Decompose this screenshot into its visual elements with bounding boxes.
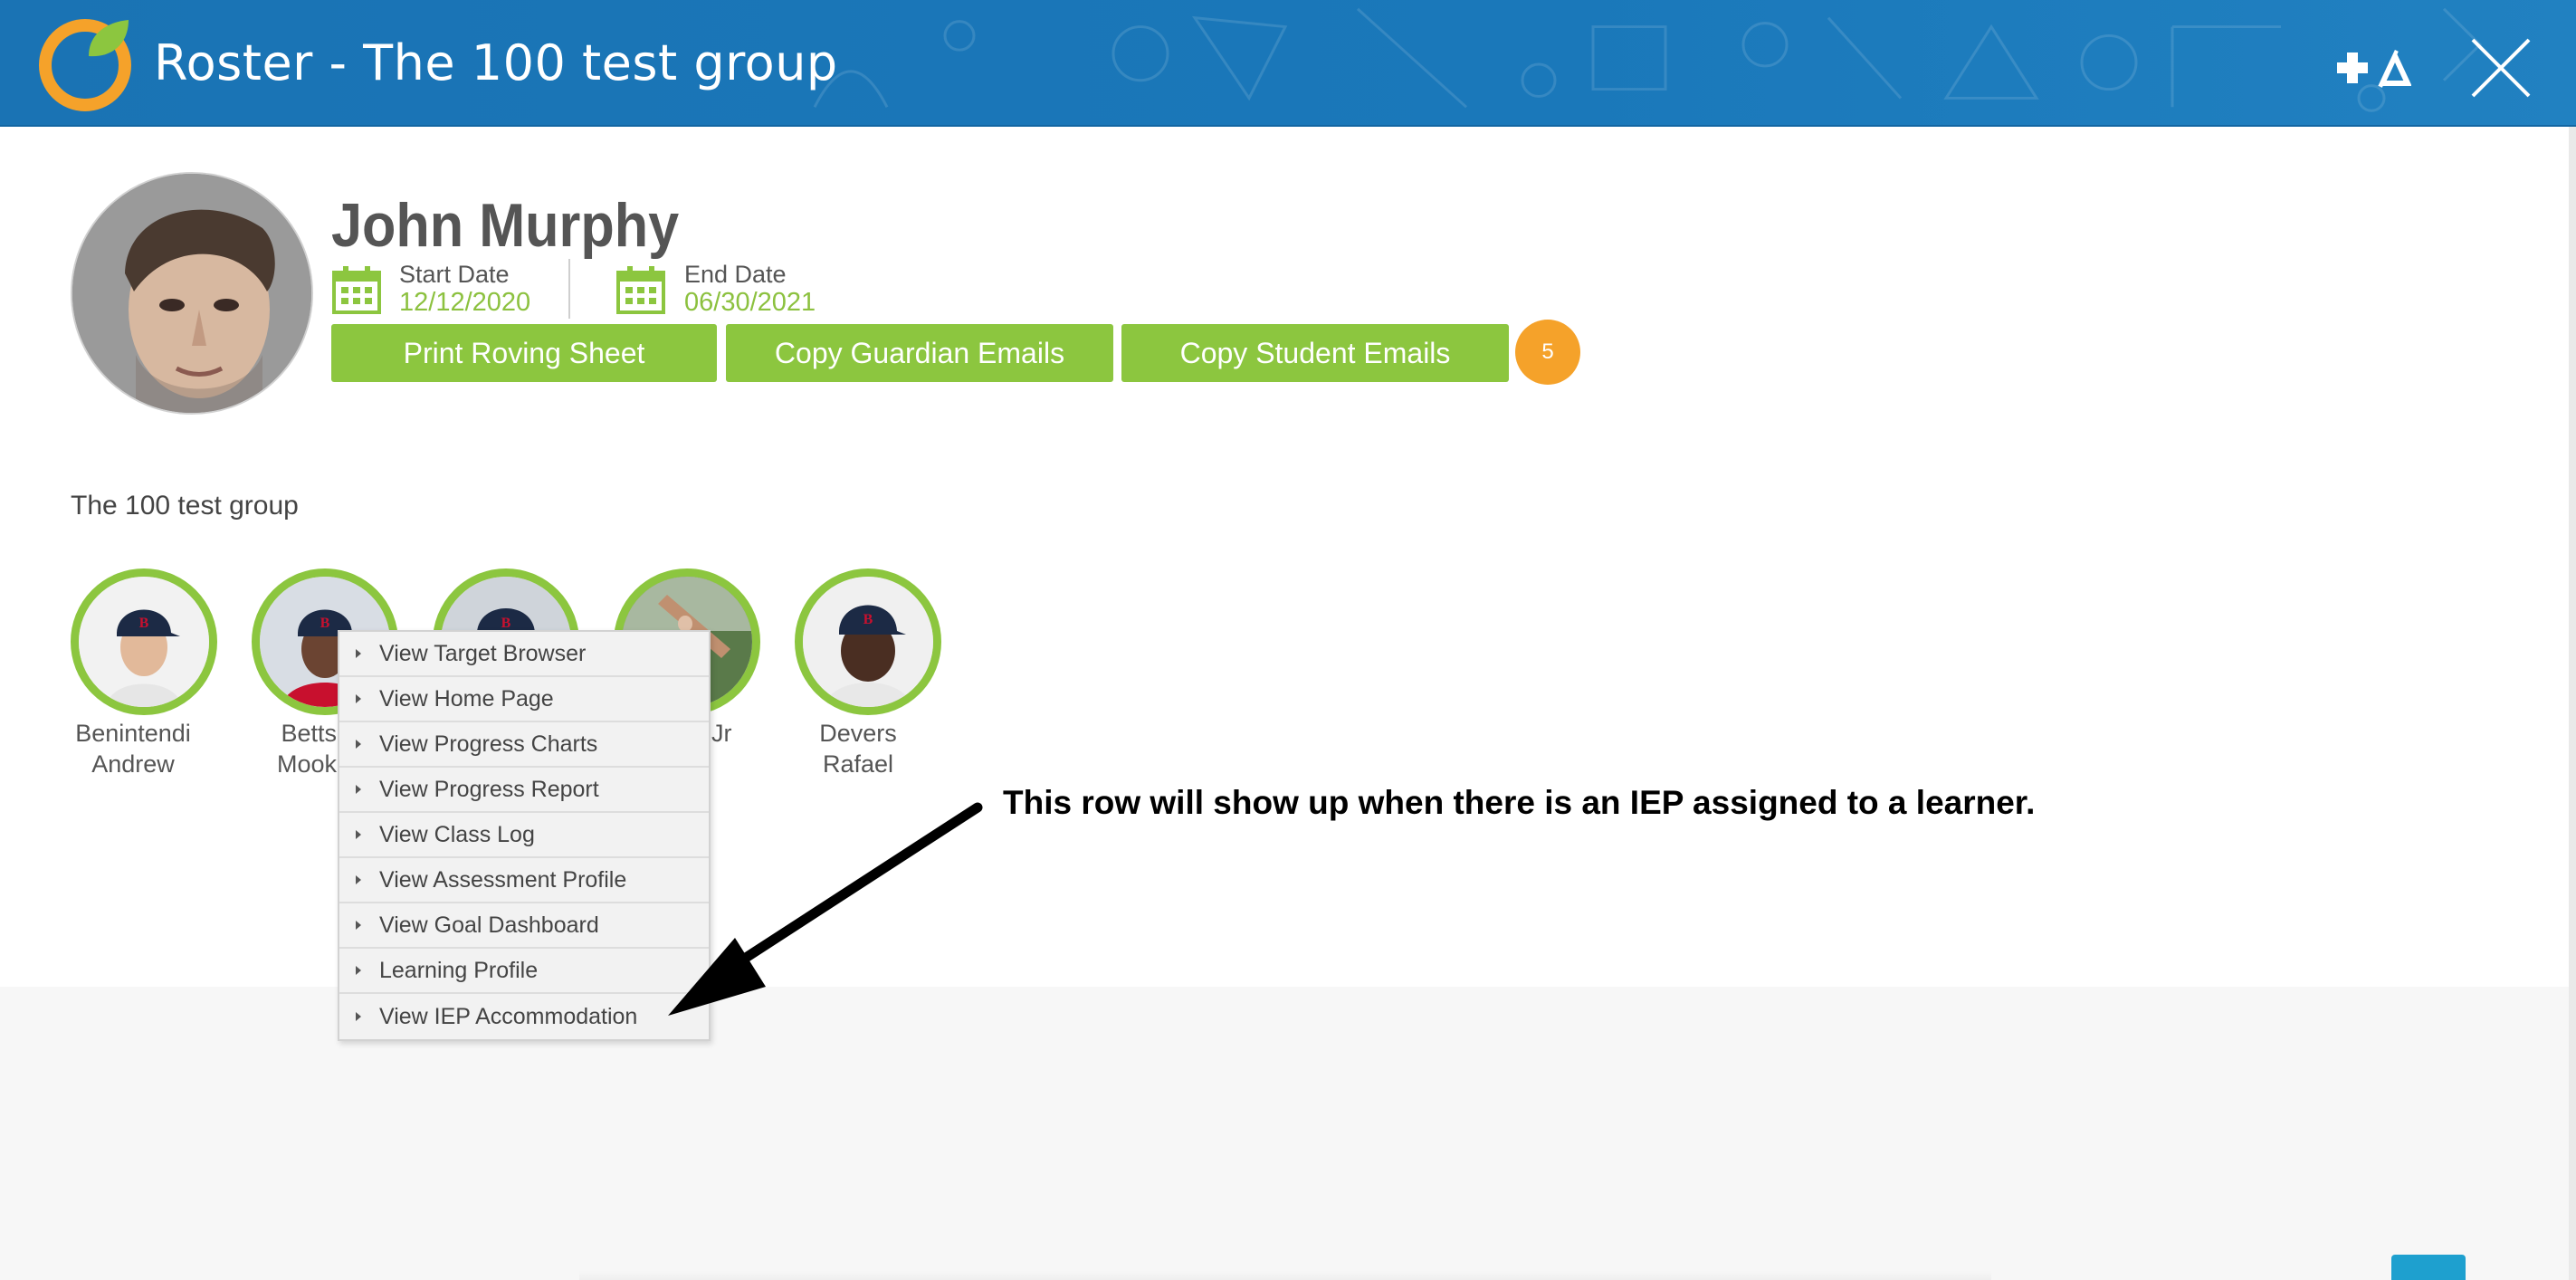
footer-edge: [579, 1271, 1991, 1280]
copy-student-emails-button[interactable]: Copy Student Emails: [1121, 324, 1509, 382]
menu-item-view-home-page[interactable]: View Home Page: [339, 677, 709, 722]
student-name-line2: Andrew: [91, 750, 175, 778]
student-name-line2: Rafael: [822, 750, 894, 778]
date-divider: [568, 259, 570, 319]
student-name: Benintendi Andrew: [43, 718, 224, 779]
end-date-label: End Date: [684, 261, 787, 288]
menu-item-learning-profile[interactable]: Learning Profile: [339, 949, 709, 994]
learner-avatar: [71, 172, 313, 415]
menu-item-label: View Assessment Profile: [379, 866, 627, 893]
student-avatar[interactable]: B: [71, 568, 217, 715]
group-label: The 100 test group: [71, 491, 299, 521]
caret-right-icon: [356, 694, 361, 703]
page-title: Roster - The 100 test group: [154, 34, 838, 91]
caret-right-icon: [356, 785, 361, 794]
start-date-label: Start Date: [399, 261, 510, 288]
caret-right-icon: [356, 921, 361, 930]
menu-item-view-progress-charts[interactable]: View Progress Charts: [339, 722, 709, 768]
menu-item-label: View Class Log: [379, 821, 535, 847]
menu-item-view-class-log[interactable]: View Class Log: [339, 813, 709, 858]
menu-item-label: View Progress Report: [379, 776, 599, 802]
caret-right-icon: [356, 649, 361, 658]
learner-name: John Murphy: [331, 191, 680, 260]
menu-item-view-progress-report[interactable]: View Progress Report: [339, 768, 709, 813]
menu-item-label: View Goal Dashboard: [379, 912, 599, 938]
header-bar: Roster - The 100 test group: [0, 0, 2576, 127]
menu-item-label: View Home Page: [379, 685, 554, 712]
student-photo: B: [79, 577, 209, 707]
caret-right-icon: [356, 875, 361, 884]
caret-right-icon: [356, 830, 361, 839]
student-name: Betts Mook: [241, 718, 337, 779]
end-date-value: 06/30/2021: [684, 288, 816, 317]
roster-window: Roster - The 100 test group John Murphy: [0, 0, 2576, 1280]
caret-right-icon: [356, 740, 361, 749]
menu-item-view-target-browser[interactable]: View Target Browser: [339, 632, 709, 677]
start-date-value: 12/12/2020: [399, 288, 531, 317]
help-tab-button[interactable]: [2391, 1255, 2466, 1280]
caret-right-icon: [356, 966, 361, 975]
student-avatar[interactable]: B: [795, 568, 941, 715]
scroll-edge: [2569, 127, 2576, 1280]
student-name: Jr: [711, 718, 748, 749]
svg-text:B: B: [320, 616, 330, 631]
menu-item-label: View Progress Charts: [379, 731, 598, 757]
menu-item-view-assessment-profile[interactable]: View Assessment Profile: [339, 858, 709, 903]
svg-text:B: B: [501, 616, 511, 631]
student-name-line1: Betts: [281, 720, 337, 747]
student-name-line1: Benintendi: [75, 720, 191, 747]
menu-item-label: View Target Browser: [379, 640, 587, 666]
student-name-line1: Devers: [819, 720, 897, 747]
calendar-icon: [332, 266, 381, 314]
student-name: Devers Rafael: [768, 718, 949, 779]
student-name-line2: Mook: [276, 750, 337, 778]
calendar-icon: [616, 266, 665, 314]
student-context-menu: View Target Browser View Home Page View …: [338, 630, 711, 1041]
svg-text:B: B: [863, 612, 873, 627]
student-photo: B: [803, 577, 933, 707]
menu-item-label: Learning Profile: [379, 957, 539, 983]
plus-triangle-icon[interactable]: [2337, 47, 2411, 89]
learner-photo: [72, 174, 311, 413]
menu-item-label: View IEP Accommodation: [379, 1003, 638, 1029]
svg-text:B: B: [139, 616, 149, 631]
menu-item-view-iep-accommodation[interactable]: View IEP Accommodation: [339, 994, 709, 1039]
caret-right-icon: [356, 1012, 361, 1021]
orange-ring-leaf-logo-icon: [39, 19, 131, 111]
count-badge[interactable]: 5: [1515, 320, 1580, 385]
menu-item-view-goal-dashboard[interactable]: View Goal Dashboard: [339, 903, 709, 949]
print-roving-sheet-button[interactable]: Print Roving Sheet: [331, 324, 717, 382]
close-x-icon[interactable]: [2469, 36, 2533, 100]
annotation-text: This row will show up when there is an I…: [1003, 784, 2036, 821]
student-name-line1: Jr: [711, 720, 732, 747]
copy-guardian-emails-button[interactable]: Copy Guardian Emails: [726, 324, 1113, 382]
